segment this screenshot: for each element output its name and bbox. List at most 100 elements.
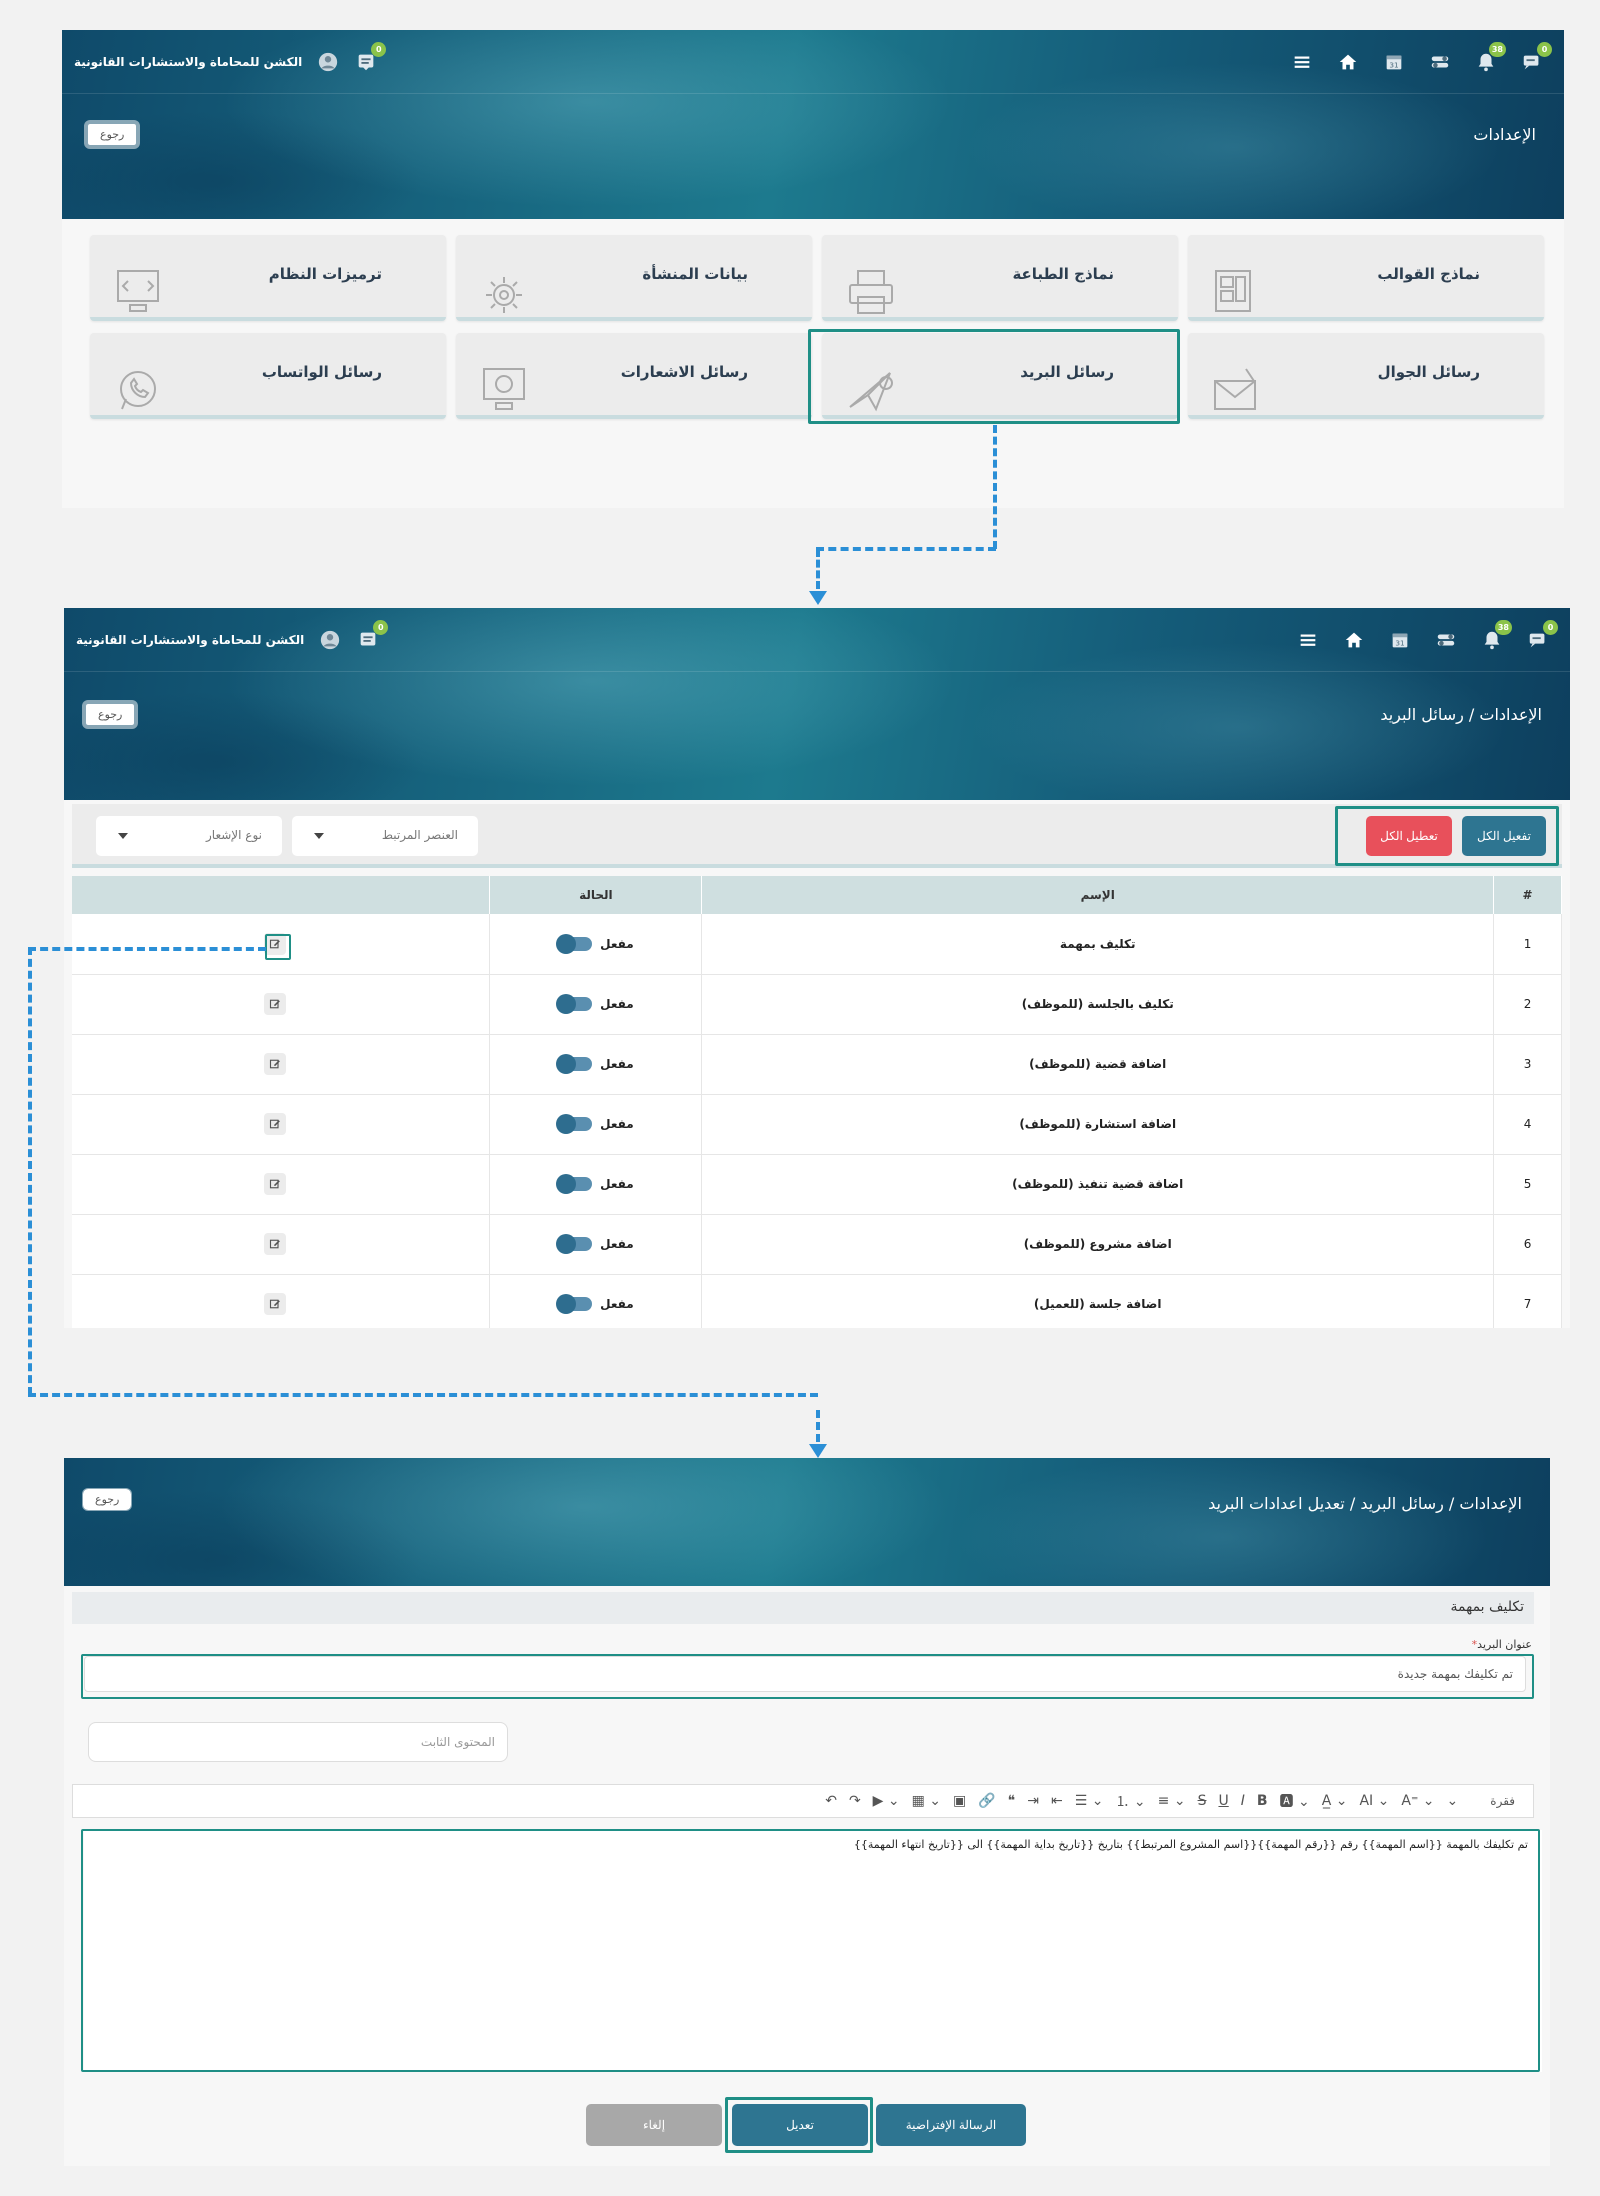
menu-icon[interactable] (1296, 628, 1320, 652)
editor-content: تم تكليفك بالمهمة {{اسم المهمة}} رقم {{ر… (853, 1838, 1528, 1851)
redo-icon[interactable]: ↷ (849, 1793, 861, 1809)
calendar-day: 31 (1395, 639, 1404, 648)
font-color-icon[interactable]: A̲ ⌄ (1322, 1793, 1348, 1809)
edit-button[interactable]: تعديل (732, 2104, 868, 2146)
row-status: مفعل (489, 1214, 703, 1275)
default-message-button[interactable]: الرسالة الإفتراضية (876, 2104, 1026, 2146)
breadcrumb-root[interactable]: الإعدادات (1459, 1494, 1522, 1513)
status-toggle[interactable] (556, 933, 593, 954)
messages-icon[interactable]: 0 (354, 42, 387, 74)
user-icon[interactable] (316, 50, 340, 74)
tile-label: رسائل الواتساب (261, 363, 382, 381)
edit-icon[interactable] (264, 1233, 286, 1255)
messages-badge: 0 (373, 620, 389, 635)
related-element-select[interactable]: العنصر المرتبط (292, 816, 478, 856)
status-toggle[interactable] (556, 1294, 593, 1314)
enable-all-button[interactable]: تفعيل الكل (1462, 816, 1546, 856)
monitor-icon (483, 368, 525, 410)
tile-template-models[interactable]: نماذج القوالب (1188, 235, 1544, 321)
edit-icon[interactable] (264, 932, 286, 955)
bullet-list-icon[interactable]: ☰ ⌄ (1075, 1793, 1104, 1809)
tile-sms-messages[interactable]: رسائل الجوال (1188, 333, 1544, 419)
tile-notification-messages[interactable]: رسائل الاشعارات (456, 333, 812, 419)
row-status: مفعل (489, 1274, 703, 1328)
edit-icon[interactable] (264, 1113, 286, 1135)
status-toggle[interactable] (556, 1174, 593, 1194)
back-button[interactable]: رجوع (82, 1488, 133, 1511)
status-toggle[interactable] (556, 1234, 593, 1254)
cancel-button[interactable]: إلغاء (586, 2104, 722, 2146)
tile-whatsapp-messages[interactable]: رسائل الواتساب (90, 333, 446, 419)
menu-icon[interactable] (1290, 50, 1314, 74)
disable-all-button[interactable]: تعطيل الكل (1366, 816, 1452, 856)
toggle-settings-icon[interactable] (1434, 628, 1458, 652)
top-bar: الكشن للمحاماة والاستشارات القانونية 0 3… (64, 608, 1570, 672)
numbered-list-icon[interactable]: ⒈ ⌄ (1115, 1791, 1145, 1811)
gear-icon (486, 277, 522, 313)
back-button[interactable]: رجوع (82, 700, 139, 729)
font-size-icon[interactable]: A⁼ ⌄ (1401, 1793, 1434, 1809)
edit-icon[interactable] (264, 993, 286, 1015)
chat-icon[interactable]: 0 (1520, 42, 1552, 74)
static-content-input[interactable]: المحتوى الثابت (88, 1722, 508, 1762)
image-icon[interactable]: ▣ (953, 1793, 966, 1809)
status-toggle[interactable] (556, 994, 593, 1014)
status-toggle[interactable] (556, 1054, 593, 1074)
tile-facility-data[interactable]: بيانات المنشأة (456, 235, 812, 321)
link-icon[interactable]: 🔗 (978, 1793, 995, 1809)
edit-icon[interactable] (264, 1053, 286, 1075)
table-row: 3 اضافة قضية (للموظف) مفعل (72, 1034, 1562, 1095)
status-toggle-wrap: مفعل (556, 933, 634, 954)
notifications-icon[interactable]: 38 (1480, 620, 1512, 652)
home-icon[interactable] (1336, 50, 1360, 74)
row-name: اضافة جلسة (للعميل) (701, 1274, 1495, 1328)
breadcrumb-root[interactable]: الإعدادات (1479, 705, 1542, 724)
message-editor[interactable]: تم تكليفك بالمهمة {{اسم المهمة}} رقم {{ر… (84, 1830, 1542, 2072)
notification-type-select[interactable]: نوع الإشعار (96, 816, 282, 856)
edit-icon[interactable] (264, 1293, 286, 1315)
underline-icon[interactable]: U (1218, 1793, 1228, 1809)
chevron-down-icon[interactable]: ⌄ (1447, 1793, 1459, 1809)
notifications-badge: 38 (1494, 620, 1512, 635)
breadcrumb-mid[interactable]: رسائل البريد (1360, 1494, 1444, 1513)
section-title: تكليف بمهمة (1450, 1599, 1524, 1615)
undo-icon[interactable]: ↶ (825, 1793, 837, 1809)
tile-print-models[interactable]: نماذج الطباعة (822, 235, 1178, 321)
strikethrough-icon[interactable]: S (1198, 1793, 1207, 1809)
indent-icon[interactable]: ⇥ (1027, 1793, 1039, 1809)
outdent-icon[interactable]: ⇤ (1051, 1793, 1063, 1809)
chat-icon[interactable]: 0 (1526, 620, 1558, 652)
tile-email-messages[interactable]: رسائل البريد (822, 333, 1178, 419)
home-icon[interactable] (1342, 628, 1366, 652)
media-icon[interactable]: ▶ ⌄ (873, 1793, 900, 1809)
table-icon[interactable]: ▦ ⌄ (912, 1793, 941, 1809)
ai-button[interactable]: AI ⌄ (1359, 1793, 1389, 1809)
connector-line (816, 1410, 820, 1442)
table-row: 5 اضافة قضية تنفيذ (للموظف) مفعل (72, 1154, 1562, 1215)
notifications-icon[interactable]: 38 (1474, 42, 1506, 74)
column-status: الحالة (489, 876, 703, 914)
quote-icon[interactable]: ❝ (1008, 1793, 1016, 1809)
row-name: اضافة قضية تنفيذ (للموظف) (701, 1154, 1495, 1215)
highlight-color-icon[interactable]: 🅰 ⌄ (1280, 1791, 1310, 1811)
align-icon[interactable]: ≡ ⌄ (1158, 1793, 1186, 1809)
edit-icon[interactable] (264, 1173, 286, 1195)
row-status: مفعل (489, 914, 703, 975)
status-label: مفعل (600, 1297, 634, 1311)
calendar-icon[interactable]: 31 (1388, 628, 1412, 652)
tile-system-codes[interactable]: ترميزات النظام (90, 235, 446, 321)
user-icon[interactable] (318, 628, 342, 652)
status-label: مفعل (600, 1117, 634, 1131)
messages-icon[interactable]: 0 (356, 620, 389, 652)
paragraph-select[interactable]: فقرة (1490, 1794, 1515, 1808)
toggle-settings-icon[interactable] (1428, 50, 1452, 74)
italic-icon[interactable]: I (1241, 1793, 1245, 1809)
back-button[interactable]: رجوع (84, 120, 141, 149)
printer-icon (849, 270, 893, 314)
bold-icon[interactable]: B (1257, 1793, 1268, 1809)
calendar-icon[interactable]: 31 (1382, 50, 1406, 74)
connector-arrow (809, 1444, 827, 1458)
subject-input[interactable]: تم تكليفك بمهمة جديدة (84, 1656, 1526, 1692)
status-label: مفعل (600, 1177, 634, 1191)
status-toggle[interactable] (556, 1114, 593, 1134)
